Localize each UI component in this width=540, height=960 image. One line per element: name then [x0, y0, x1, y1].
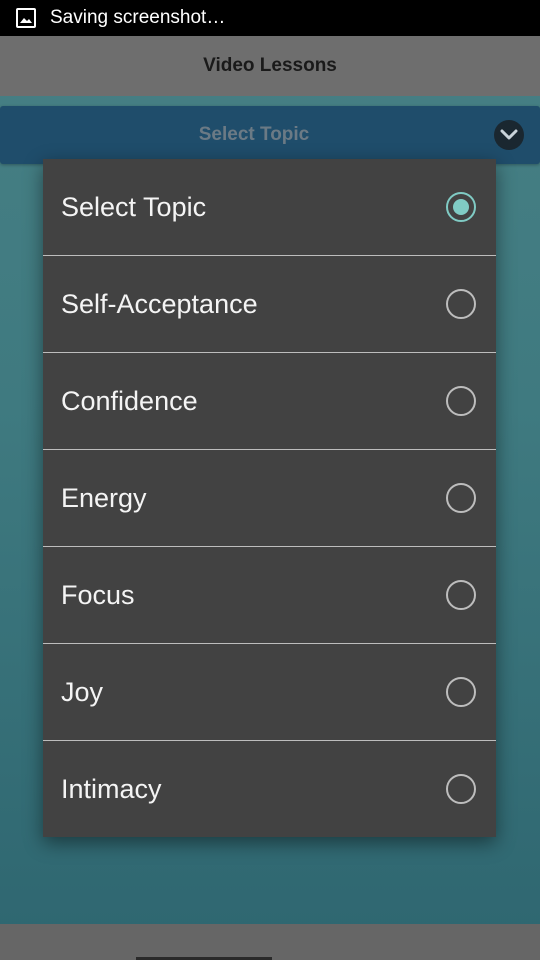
radio-unchecked-icon[interactable]	[446, 580, 476, 610]
topic-option[interactable]: Energy	[43, 450, 496, 547]
topic-option[interactable]: Intimacy	[43, 741, 496, 837]
topic-option-label: Select Topic	[61, 191, 207, 222]
topic-selector[interactable]: Select Topic	[0, 106, 540, 164]
app-header: Video Lessons	[0, 36, 540, 96]
radio-unchecked-icon[interactable]	[446, 774, 476, 804]
chevron-down-icon[interactable]	[494, 120, 524, 150]
status-text: Saving screenshot…	[50, 7, 226, 28]
topic-option-label: Joy	[61, 676, 104, 707]
topic-option[interactable]: Focus	[43, 547, 496, 644]
radio-unchecked-icon[interactable]	[446, 483, 476, 513]
topic-option[interactable]: Self-Acceptance	[43, 256, 496, 353]
radio-dot	[453, 199, 469, 215]
radio-unchecked-icon[interactable]	[446, 386, 476, 416]
topic-selector-label: Select Topic	[198, 124, 310, 145]
page-title: Video Lessons	[203, 55, 337, 76]
footer-bar	[0, 924, 540, 960]
topic-option[interactable]: Joy	[43, 644, 496, 741]
status-bar: Saving screenshot…	[0, 0, 540, 36]
topic-option-label: Energy	[61, 482, 147, 513]
topic-option-label: Self-Acceptance	[61, 288, 258, 319]
radio-unchecked-icon[interactable]	[446, 677, 476, 707]
topic-dialog: Select Topic Self-Acceptance Confidence Ene…	[43, 159, 496, 837]
image-icon	[16, 8, 36, 28]
topic-option-label: Focus	[61, 579, 135, 610]
radio-unchecked-icon[interactable]	[446, 289, 476, 319]
radio-checked-icon[interactable]	[446, 192, 476, 222]
screen: Saving screenshot… Video Lessons Select …	[0, 0, 540, 960]
topic-option[interactable]: Select Topic	[43, 159, 496, 256]
topic-option-label: Confidence	[61, 385, 198, 416]
topic-option[interactable]: Confidence	[43, 353, 496, 450]
topic-option-label: Intimacy	[61, 773, 162, 804]
